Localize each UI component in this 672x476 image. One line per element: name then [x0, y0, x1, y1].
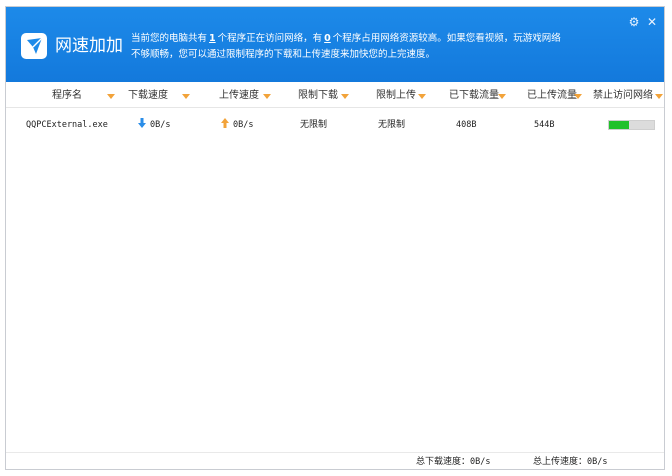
- info-text-mid: 个程序正在访问网络，有: [217, 33, 323, 44]
- limit-download-cell[interactable]: 无限制: [300, 115, 327, 135]
- total-download-value: 0B/s: [470, 457, 491, 467]
- info-line-2: 不够顺畅，您可以通过限制程序的下载和上传速度来加快您的上完速度。: [131, 49, 436, 60]
- program-count[interactable]: 1: [207, 33, 218, 44]
- column-block-network[interactable]: 禁止访问网络: [593, 85, 653, 107]
- sort-arrow-icon[interactable]: [574, 94, 582, 99]
- program-name: QQPCExternal.exe: [26, 120, 108, 130]
- header-bar: 网速加加 当前您的电脑共有 1 个程序正在访问网络，有 0 个程序占用网络资源较高。如果…: [6, 7, 664, 82]
- upload-speed-value: 0B/s: [233, 120, 254, 130]
- header-divider: [6, 107, 664, 108]
- footer-divider: [6, 452, 664, 453]
- sort-arrow-icon[interactable]: [655, 94, 663, 99]
- column-label: 下载速度: [128, 90, 168, 101]
- sort-arrow-icon[interactable]: [341, 94, 349, 99]
- app-logo-icon: [21, 33, 47, 59]
- gear-icon: ⚙: [628, 15, 640, 29]
- total-upload-label: 总上传速度：: [533, 457, 588, 467]
- column-label: 已下载流量: [449, 90, 499, 101]
- sort-arrow-icon[interactable]: [182, 94, 190, 99]
- uploaded-cell: 544B: [534, 120, 555, 130]
- sort-arrow-icon[interactable]: [263, 94, 271, 99]
- info-text-post: 个程序占用网络资源较高。如果您看视频，玩游戏网络: [332, 33, 561, 44]
- heavy-program-count[interactable]: 0: [322, 33, 333, 44]
- close-button[interactable]: ✕: [644, 14, 660, 30]
- column-label: 限制上传: [376, 90, 416, 101]
- arrow-up-icon: [221, 118, 229, 128]
- upload-speed-cell: 0B/s: [221, 115, 253, 135]
- total-upload: 总上传速度：0B/s: [533, 455, 608, 469]
- total-upload-value: 0B/s: [587, 457, 608, 467]
- header-info: 当前您的电脑共有 1 个程序正在访问网络，有 0 个程序占用网络资源较高。如果您看视频，…: [131, 31, 561, 63]
- column-downloaded[interactable]: 已下载流量: [449, 85, 499, 107]
- sort-arrow-icon[interactable]: [498, 94, 506, 99]
- info-text-pre: 当前您的电脑共有: [131, 33, 208, 44]
- app-title: 网速加加: [55, 36, 123, 56]
- column-uploaded[interactable]: 已上传流量: [527, 85, 577, 107]
- column-label: 禁止访问网络: [593, 90, 653, 101]
- column-label: 限制下载: [298, 90, 338, 101]
- column-limit-download[interactable]: 限制下载: [298, 85, 338, 107]
- close-icon: ✕: [646, 15, 658, 29]
- column-upload-speed[interactable]: 上传速度: [219, 85, 259, 107]
- limit-upload-cell[interactable]: 无限制: [378, 115, 405, 135]
- column-label: 已上传流量: [527, 90, 577, 101]
- settings-button[interactable]: ⚙: [626, 14, 642, 30]
- block-network-toggle[interactable]: [608, 120, 655, 130]
- total-download: 总下载速度：0B/s: [416, 455, 491, 469]
- column-download-speed[interactable]: 下载速度: [128, 85, 168, 107]
- sort-arrow-icon[interactable]: [418, 94, 426, 99]
- info-line-1: 当前您的电脑共有 1 个程序正在访问网络，有 0 个程序占用网络资源较高。如果您看视频，…: [131, 31, 561, 47]
- downloaded-cell: 408B: [456, 120, 477, 130]
- net-speed-window: 网速加加 当前您的电脑共有 1 个程序正在访问网络，有 0 个程序占用网络资源较高。如果…: [5, 6, 665, 470]
- column-limit-upload[interactable]: 限制上传: [376, 85, 416, 107]
- total-download-label: 总下载速度：: [416, 457, 471, 467]
- column-program-name[interactable]: 程序名: [52, 85, 82, 107]
- toggle-fill: [609, 121, 630, 129]
- column-label: 上传速度: [219, 90, 259, 101]
- column-label: 程序名: [52, 90, 82, 101]
- arrow-down-icon: [138, 118, 146, 128]
- download-speed-value: 0B/s: [150, 120, 171, 130]
- table-row[interactable]: QQPCExternal.exe 0B/s 0B/s 无限制 无限制 408B …: [6, 115, 664, 135]
- table-header: 程序名 下载速度 上传速度 限制下载 限制上传 已下载流量 已上传流量 禁止访问…: [6, 85, 664, 107]
- sort-arrow-icon[interactable]: [107, 94, 115, 99]
- download-speed-cell: 0B/s: [138, 115, 170, 135]
